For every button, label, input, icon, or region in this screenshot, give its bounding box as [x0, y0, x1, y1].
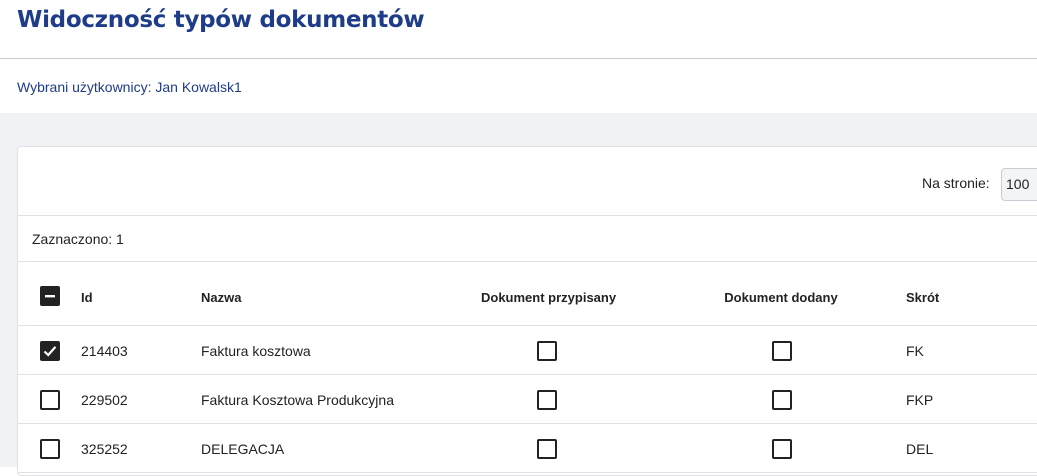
added-checkbox[interactable] — [772, 390, 792, 410]
column-header-id[interactable]: Id — [81, 290, 93, 305]
page-title: Widoczność typów dokumentów — [17, 7, 425, 33]
assigned-checkbox[interactable] — [537, 341, 557, 361]
assigned-checkbox[interactable] — [537, 390, 557, 410]
page-header: Widoczność typów dokumentów — [0, 0, 1037, 59]
per-page-label: Na stronie: — [922, 175, 990, 191]
cell-short: FK — [906, 343, 924, 359]
column-header-added[interactable]: Dokument dodany — [721, 290, 841, 305]
cell-name: Faktura Kosztowa Produkcyjna — [201, 392, 394, 408]
cell-name: DELEGACJA — [201, 441, 285, 457]
select-all-checkbox[interactable] — [40, 286, 60, 306]
row-select-checkbox[interactable] — [40, 390, 60, 410]
assigned-checkbox[interactable] — [537, 439, 557, 459]
table-card: Na stronie: 100 Zaznaczono: 1 Id Nazwa D… — [17, 146, 1037, 476]
selection-bar: Zaznaczono: 1 — [18, 216, 1037, 262]
selected-count: Zaznaczono: 1 — [32, 231, 124, 247]
cell-name: Faktura kosztowa — [201, 343, 311, 359]
table-toolbar: Na stronie: 100 — [18, 147, 1037, 216]
row-select-checkbox[interactable] — [40, 341, 60, 361]
selected-users-text: Wybrani użytkownicy: Jan Kowalsk1 — [17, 79, 242, 95]
table-row[interactable]: 214403 Faktura kosztowa FK — [18, 326, 1037, 375]
cell-id: 229502 — [81, 392, 128, 408]
cell-short: DEL — [906, 441, 934, 457]
added-checkbox[interactable] — [772, 439, 792, 459]
column-header-name[interactable]: Nazwa — [201, 290, 241, 305]
table-row[interactable]: 229502 Faktura Kosztowa Produkcyjna FKP — [18, 375, 1037, 424]
column-header-assigned[interactable]: Dokument przypisany — [481, 290, 616, 305]
added-checkbox[interactable] — [772, 341, 792, 361]
subheader: Wybrani użytkownicy: Jan Kowalsk1 — [0, 60, 1037, 113]
cell-id: 214403 — [81, 343, 128, 359]
table-header-row: Id Nazwa Dokument przypisany Dokument do… — [18, 262, 1037, 326]
per-page-select[interactable]: 100 — [1001, 168, 1037, 201]
column-header-short[interactable]: Skrót — [906, 290, 939, 305]
cell-id: 325252 — [81, 441, 128, 457]
minus-icon — [45, 295, 55, 298]
table-row[interactable]: 325252 DELEGACJA DEL — [18, 424, 1037, 473]
check-icon — [43, 346, 57, 357]
cell-short: FKP — [906, 392, 934, 408]
row-select-checkbox[interactable] — [40, 439, 60, 459]
